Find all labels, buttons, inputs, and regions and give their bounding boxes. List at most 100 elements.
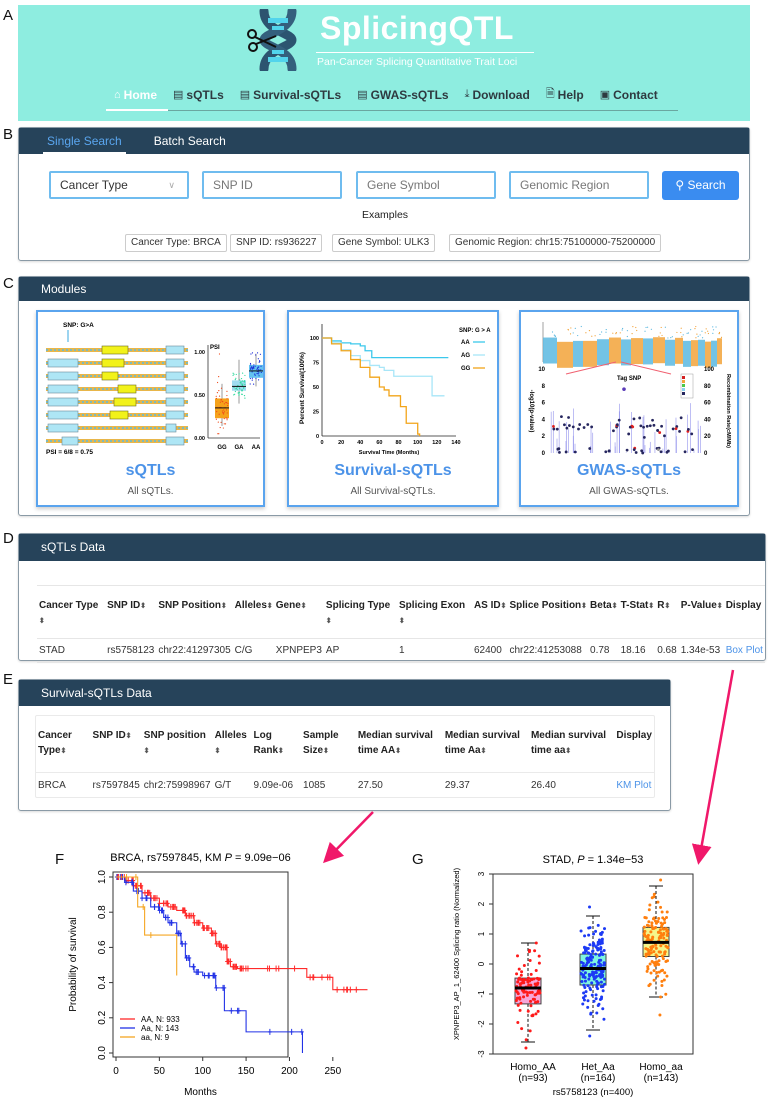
data-point	[532, 977, 536, 981]
data-point	[659, 905, 663, 909]
data-point	[592, 932, 596, 936]
data-point	[589, 1011, 593, 1015]
data-point	[594, 993, 598, 997]
data-point	[521, 980, 525, 984]
x-tick-count: (n=143)	[644, 1073, 679, 1084]
data-point	[660, 910, 664, 914]
data-point	[662, 936, 666, 940]
data-point	[598, 942, 602, 946]
data-point	[534, 1012, 538, 1016]
data-point	[656, 974, 660, 978]
data-point	[587, 977, 591, 981]
data-point	[600, 930, 604, 934]
data-point	[666, 930, 670, 934]
data-point	[654, 946, 658, 950]
data-point	[516, 1003, 520, 1007]
data-point	[666, 946, 670, 950]
data-point	[597, 953, 601, 957]
y-tick-label: 0.2	[97, 1010, 108, 1024]
data-point	[602, 963, 606, 967]
y-tick-label: 0.4	[97, 975, 108, 989]
data-point	[597, 958, 601, 962]
y-tick-label: 1.0	[97, 870, 108, 884]
x-tick-label: 50	[154, 1066, 166, 1077]
data-point	[592, 999, 596, 1003]
data-point	[587, 933, 591, 937]
km-plot: BRCA, rs7597845, KM P = 9.09e−06 0.0 0.2 0.…	[68, 852, 368, 1098]
data-point	[583, 934, 587, 938]
data-point	[650, 921, 654, 925]
x-tick-label: 150	[238, 1066, 255, 1077]
data-point	[649, 930, 653, 934]
data-point	[650, 959, 654, 963]
data-point	[525, 993, 529, 997]
data-point	[661, 968, 665, 972]
data-point	[588, 926, 592, 930]
data-point	[659, 921, 663, 925]
data-point	[531, 997, 535, 1001]
data-point	[582, 998, 586, 1002]
data-point	[526, 991, 530, 995]
data-point	[594, 929, 598, 933]
data-point	[533, 1000, 537, 1004]
data-point	[588, 986, 592, 990]
data-point	[586, 1005, 590, 1009]
data-point	[649, 971, 653, 975]
data-point	[645, 969, 649, 973]
data-point	[581, 1002, 585, 1006]
data-point	[658, 928, 662, 932]
data-point	[642, 932, 646, 936]
y-tick-label: 0.0	[97, 1046, 108, 1060]
data-point	[652, 916, 656, 920]
data-point	[589, 963, 593, 967]
data-point	[537, 991, 541, 995]
x-tick-label: Homo_aa	[639, 1062, 683, 1073]
data-point	[661, 927, 665, 931]
data-point	[585, 956, 589, 960]
data-point	[583, 951, 587, 955]
data-point	[589, 952, 593, 956]
data-point	[529, 999, 533, 1003]
y-tick-label: 0	[477, 961, 486, 966]
data-point	[646, 948, 650, 952]
data-point	[599, 997, 603, 1001]
data-point	[601, 989, 605, 993]
data-point	[659, 995, 663, 999]
data-point	[522, 995, 526, 999]
data-point	[537, 954, 541, 958]
data-point	[536, 1009, 540, 1013]
y-tick-label: -1	[477, 990, 486, 998]
data-point	[642, 925, 646, 929]
y-tick-label: -2	[477, 1020, 486, 1028]
outlier-point	[588, 1034, 592, 1038]
data-point	[537, 977, 541, 981]
x-tick-label: 0	[113, 1066, 119, 1077]
data-point	[655, 954, 659, 958]
data-point	[583, 994, 587, 998]
data-point	[515, 990, 519, 994]
data-point	[660, 984, 664, 988]
data-point	[517, 967, 521, 971]
data-point	[534, 993, 538, 997]
data-point	[665, 933, 669, 937]
data-point	[654, 943, 658, 947]
data-point	[519, 973, 523, 977]
data-point	[533, 949, 537, 953]
data-point	[662, 931, 666, 935]
data-point	[522, 963, 526, 967]
data-point	[586, 947, 590, 951]
data-point	[528, 1029, 532, 1033]
data-point	[656, 900, 660, 904]
data-point	[588, 974, 592, 978]
data-point	[597, 974, 601, 978]
data-point	[660, 979, 664, 983]
data-point	[659, 944, 663, 948]
data-point	[528, 948, 532, 952]
data-point	[596, 1004, 600, 1008]
data-point	[651, 927, 655, 931]
data-point	[603, 977, 607, 981]
data-point	[583, 946, 587, 950]
box-plot: STAD, P = 1.34e−53 -3 -2 -1 0 1 2 3 XPNPEP3_AP_1…	[452, 854, 694, 1098]
data-point	[588, 943, 592, 947]
data-point	[660, 954, 664, 958]
